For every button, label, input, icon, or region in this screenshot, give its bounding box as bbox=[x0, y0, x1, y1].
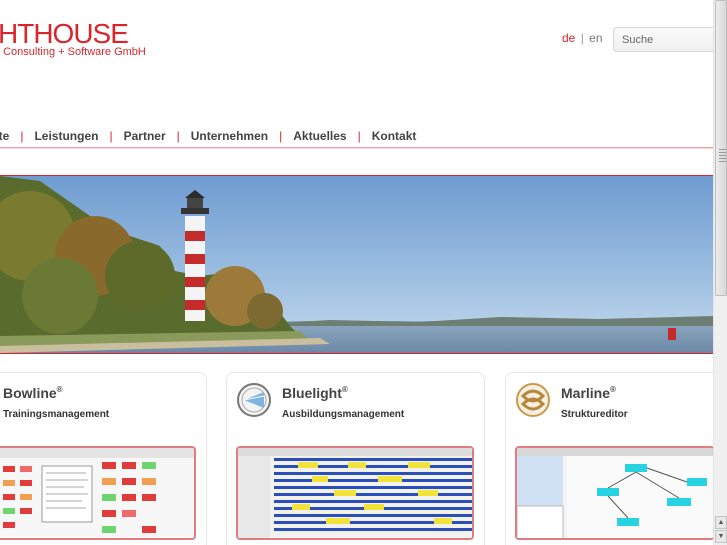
scrollbar-grip bbox=[719, 152, 726, 153]
bluelight-compass-icon bbox=[237, 383, 271, 417]
nav-underline bbox=[0, 147, 713, 149]
page-scrollbar[interactable]: ▲ ▼ bbox=[713, 0, 727, 545]
scroll-down-arrow-icon[interactable]: ▼ bbox=[715, 530, 727, 543]
nav-item-leistungen[interactable]: Leistungen bbox=[23, 129, 109, 143]
search-input[interactable] bbox=[614, 28, 727, 51]
hero-banner-image bbox=[0, 175, 713, 354]
marline-screenshot[interactable] bbox=[515, 446, 715, 540]
product-title-marline[interactable]: Marline® bbox=[561, 385, 616, 401]
scrollbar-grip bbox=[719, 161, 726, 162]
product-subtitle-bowline: Trainingsmanagement bbox=[3, 409, 110, 420]
nav-item-aktuelles[interactable]: Aktuelles bbox=[282, 129, 357, 143]
product-title-bluelight[interactable]: Bluelight® bbox=[282, 385, 348, 401]
product-subtitle-bluelight: Ausbildungsmanagement bbox=[282, 409, 405, 420]
bluelight-screenshot[interactable] bbox=[236, 446, 474, 540]
marline-knot-icon bbox=[516, 383, 550, 417]
scrollbar-thumb[interactable] bbox=[715, 0, 727, 296]
lang-en-link[interactable]: en bbox=[589, 31, 602, 45]
bowline-screenshot[interactable] bbox=[0, 446, 196, 540]
nav-item-produkte[interactable]: kte bbox=[0, 129, 20, 143]
scroll-up-arrow-icon[interactable]: ▲ bbox=[715, 516, 727, 529]
logo-subtitle: t Consulting + Software GmbH bbox=[0, 46, 146, 58]
product-title-bowline[interactable]: Bowline® bbox=[3, 385, 63, 401]
main-nav: kte | Leistungen | Partner | Unternehmen… bbox=[0, 127, 427, 145]
product-subtitle-marline: Struktureditor bbox=[561, 409, 628, 420]
lang-separator: | bbox=[580, 31, 584, 45]
nav-item-kontakt[interactable]: Kontakt bbox=[361, 129, 428, 143]
scrollbar-grip bbox=[719, 149, 726, 150]
scrollbar-grip bbox=[719, 155, 726, 156]
scrollbar-grip bbox=[719, 158, 726, 159]
language-switcher: de | en bbox=[562, 31, 603, 45]
lang-de-link[interactable]: de bbox=[562, 31, 575, 45]
nav-item-partner[interactable]: Partner bbox=[113, 129, 177, 143]
search-box[interactable] bbox=[613, 27, 727, 52]
nav-item-unternehmen[interactable]: Unternehmen bbox=[180, 129, 279, 143]
